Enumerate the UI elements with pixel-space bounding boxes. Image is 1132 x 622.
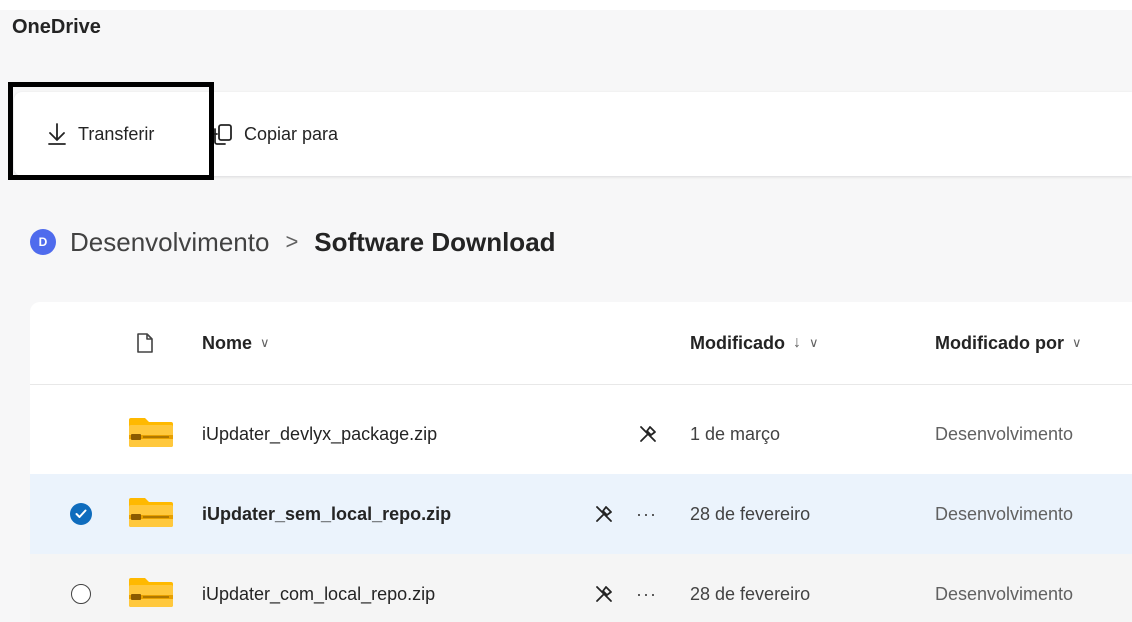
command-bar: Transferir Copiar para <box>14 92 1132 176</box>
arrow-down-icon <box>46 122 68 146</box>
circle-icon[interactable] <box>71 584 91 604</box>
file-list: Nome ∨ Modificado ↓ ∨ Modificado por ∨ i… <box>30 302 1132 622</box>
table-row[interactable]: iUpdater_com_local_repo.zip ··· 28 de fe… <box>30 554 1132 622</box>
document-icon[interactable] <box>136 332 154 359</box>
column-modified-label: Modificado <box>690 332 785 353</box>
modified-by[interactable]: Desenvolvimento <box>935 504 1073 525</box>
copy-to-icon <box>208 122 234 146</box>
file-name[interactable]: iUpdater_com_local_repo.zip <box>202 584 435 605</box>
zip-folder-icon <box>128 416 174 453</box>
copy-to-label: Copiar para <box>244 123 339 144</box>
modified-date: 1 de março <box>690 423 781 444</box>
chevron-down-icon: ∨ <box>260 335 270 350</box>
pin-off-icon[interactable] <box>638 424 658 444</box>
column-modified-by-label: Modificado por <box>935 332 1064 353</box>
chevron-down-icon: ∨ <box>1072 335 1082 350</box>
table-row[interactable]: iUpdater_devlyx_package.zip 1 de março D… <box>30 394 1132 475</box>
download-label: Transferir <box>78 123 155 144</box>
modified-date: 28 de fevereiro <box>690 503 811 524</box>
breadcrumb-current: Software Download <box>314 226 556 257</box>
modified-by[interactable]: Desenvolvimento <box>935 424 1073 445</box>
column-header-modified-by[interactable]: Modificado por ∨ <box>935 302 1082 384</box>
modified-by[interactable]: Desenvolvimento <box>935 584 1073 605</box>
column-header-modified[interactable]: Modificado ↓ ∨ <box>690 302 819 384</box>
file-name[interactable]: iUpdater_sem_local_repo.zip <box>202 504 451 525</box>
site-avatar[interactable]: D <box>30 229 56 255</box>
sort-down-icon: ↓ <box>793 334 801 351</box>
breadcrumb: D Desenvolvimento > Software Download <box>30 222 556 262</box>
more-horizontal-icon[interactable]: ··· <box>636 504 657 525</box>
onedrive-app: OneDrive Transferir Copiar para D Desenv… <box>0 10 1132 622</box>
checkmark-circle-icon[interactable] <box>70 503 92 525</box>
column-header-name[interactable]: Nome ∨ <box>202 302 270 384</box>
more-horizontal-icon[interactable]: ··· <box>636 584 657 605</box>
pin-off-icon[interactable] <box>594 504 614 524</box>
column-name-label: Nome <box>202 332 253 353</box>
pin-off-icon[interactable] <box>594 584 614 604</box>
chevron-down-icon: ∨ <box>809 335 819 350</box>
file-name[interactable]: iUpdater_devlyx_package.zip <box>202 424 437 445</box>
zip-folder-icon <box>128 496 174 533</box>
copy-to-button[interactable]: Copiar para <box>208 92 338 176</box>
app-title: OneDrive <box>12 16 101 38</box>
modified-date: 28 de fevereiro <box>690 583 811 604</box>
download-button[interactable]: Transferir <box>46 92 154 176</box>
breadcrumb-parent[interactable]: Desenvolvimento <box>70 227 269 258</box>
list-header: Nome ∨ Modificado ↓ ∨ Modificado por ∨ <box>30 302 1132 385</box>
breadcrumb-separator: > <box>285 229 299 254</box>
table-row[interactable]: iUpdater_sem_local_repo.zip ··· 28 de fe… <box>30 474 1132 555</box>
zip-folder-icon <box>128 576 174 613</box>
